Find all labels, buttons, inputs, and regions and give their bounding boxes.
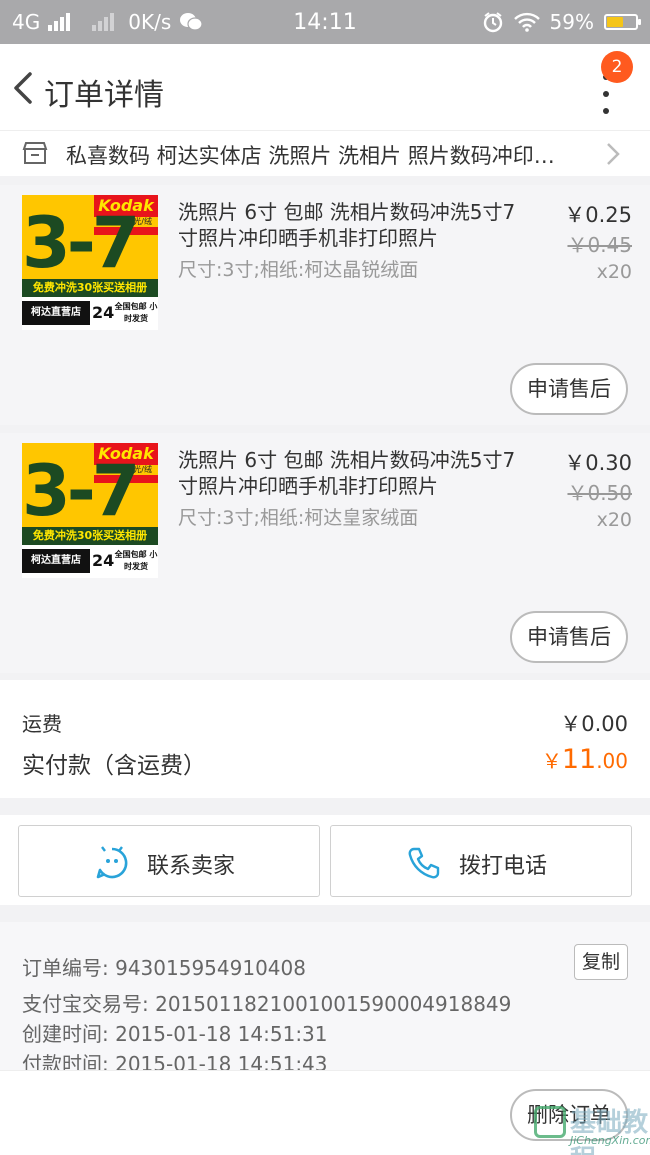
shipping-label: 运费 [22,712,62,736]
after-sale-button[interactable]: 申请售后 [510,611,628,663]
status-bar: 4G 0K/s 14:11 59% [0,0,650,44]
alarm-icon [483,12,502,33]
battery-percent: 59% [549,10,594,34]
thumb-banner: 免费冲洗30张买送相册 [22,279,158,297]
notification-badge: 2 [601,51,633,83]
thumb-banner: 免费冲洗30张买送相册 [22,527,158,545]
order-item[interactable]: Kodak光/绒 3-7寸 免费冲洗30张买送相册 柯达直营店 24 全国包邮 … [0,185,650,425]
battery-icon [604,14,641,30]
back-arrow-icon[interactable] [8,68,42,108]
page-title: 订单详情 [44,78,164,113]
store-icon [22,142,48,164]
item-spec: 尺寸:3寸;相纸:柯达皇家绒面 [178,507,419,529]
chat-bubble-icon [96,846,128,879]
item-original-price: ￥0.50 [567,481,632,505]
battery-fill [607,17,623,27]
phone-icon [408,847,440,879]
status-right: 59% [482,0,641,44]
nav-header: 订单详情 2 [0,44,650,130]
call-phone-button[interactable]: 拨打电话 [330,825,632,897]
contact-seller-button[interactable]: 联系卖家 [18,825,320,897]
order-item[interactable]: Kodak光/绒 3-7寸 免费冲洗30张买送相册 柯达直营店 24 全国包邮 … [0,433,650,673]
shop-row[interactable]: 私喜数码 柯达实体店 洗照片 洗相片 照片数码冲印… [0,130,650,176]
product-thumbnail[interactable]: Kodak光/绒 3-7寸 免费冲洗30张买送相册 柯达直营店 24 全国包邮 … [22,195,158,330]
totals-section: 运费 ￥0.00 实付款（含运费） ￥11.00 [0,680,650,798]
thumb-footer: 柯达直营店 24 全国包邮 小时发货 [22,297,158,330]
item-title[interactable]: 洗照片 6寸 包邮 洗相片数码冲洗5寸7寸照片冲印晒手机非打印照片 [178,447,518,499]
item-title[interactable]: 洗照片 6寸 包邮 洗相片数码冲洗5寸7寸照片冲印晒手机非打印照片 [178,199,518,251]
thumb-footer: 柯达直营店 24 全国包邮 小时发货 [22,545,158,578]
product-thumbnail[interactable]: Kodak光/绒 3-7寸 免费冲洗30张买送相册 柯达直营店 24 全国包邮 … [22,443,158,578]
item-quantity: x20 [596,509,632,531]
contact-seller-label: 联系卖家 [147,854,236,879]
item-quantity: x20 [596,261,632,283]
created-time: 创建时间: 2015-01-18 14:51:31 [22,1022,328,1046]
item-spec: 尺寸:3寸;相纸:柯达晶锐绒面 [178,259,419,281]
shipping-value: ￥0.00 [560,712,628,736]
call-phone-label: 拨打电话 [459,854,548,879]
item-price: ￥0.25 [564,203,632,227]
order-number: 订单编号: 943015954910408 [22,956,306,980]
paid-amount: ￥11.00 [541,744,628,775]
item-original-price: ￥0.45 [567,233,632,257]
chevron-right-icon [607,143,620,165]
alipay-trade-number: 支付宝交易号: 2015011821001001590004918849 [22,992,512,1016]
watermark-logo-icon [534,1106,566,1138]
wifi-icon [513,12,540,32]
paid-label: 实付款（含运费） [22,753,206,779]
copy-button[interactable]: 复制 [574,944,628,980]
contact-actions: 联系卖家 拨打电话 [0,815,650,905]
site-watermark: 基础教程 JiChengXin.com [530,1100,650,1155]
shop-name: 私喜数码 柯达实体店 洗照片 洗相片 照片数码冲印… [66,144,555,168]
after-sale-button[interactable]: 申请售后 [510,363,628,415]
item-price: ￥0.30 [564,451,632,475]
